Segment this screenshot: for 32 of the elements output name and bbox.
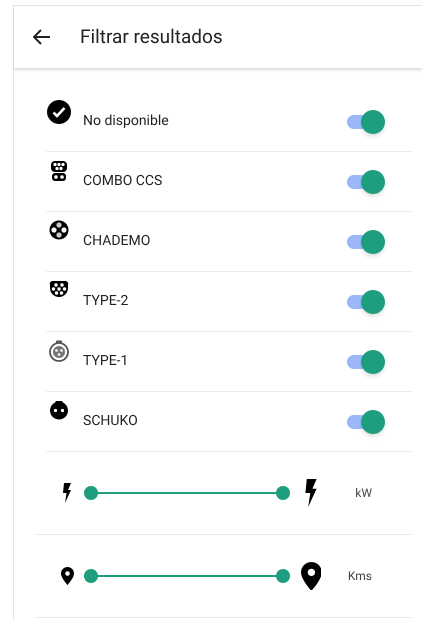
toggle-switch[interactable] — [345, 350, 385, 374]
toggle-switch[interactable] — [345, 290, 385, 314]
plug-icon — [49, 220, 69, 240]
filter-label: No disponible — [83, 112, 170, 131]
plug-icon — [49, 280, 69, 298]
range-slider[interactable] — [84, 486, 290, 500]
unit-label: kW — [354, 485, 372, 502]
socket-icon — [49, 400, 69, 420]
toggle-switch[interactable] — [345, 110, 385, 134]
unit-label: Kms — [346, 568, 372, 585]
filter-label: CHADEMO — [83, 232, 152, 251]
filter-label: SCHUKO — [83, 412, 139, 431]
toggle-switch[interactable] — [345, 410, 385, 434]
toggle-switch[interactable] — [345, 170, 385, 194]
page-title: Filtrar resultados — [80, 24, 223, 50]
plug-icon — [49, 340, 69, 362]
filter-label: TYPE-2 — [83, 292, 130, 311]
slider-thumb[interactable] — [276, 486, 290, 500]
range-slider[interactable] — [84, 569, 290, 583]
check-circle-icon — [47, 100, 71, 124]
filter-label: TYPE-1 — [83, 352, 130, 371]
slider-thumb[interactable] — [84, 486, 98, 500]
slider-thumb[interactable] — [84, 569, 98, 583]
location-pin-icon — [60, 567, 74, 585]
lightning-icon — [62, 483, 72, 503]
toggle-switch[interactable] — [345, 230, 385, 254]
plug-icon — [50, 160, 68, 182]
slider-thumb[interactable] — [276, 569, 290, 583]
location-pin-icon — [300, 562, 322, 590]
filter-label: COMBO CCS — [83, 172, 164, 191]
back-arrow-icon[interactable] — [32, 27, 52, 47]
lightning-icon — [304, 479, 318, 507]
